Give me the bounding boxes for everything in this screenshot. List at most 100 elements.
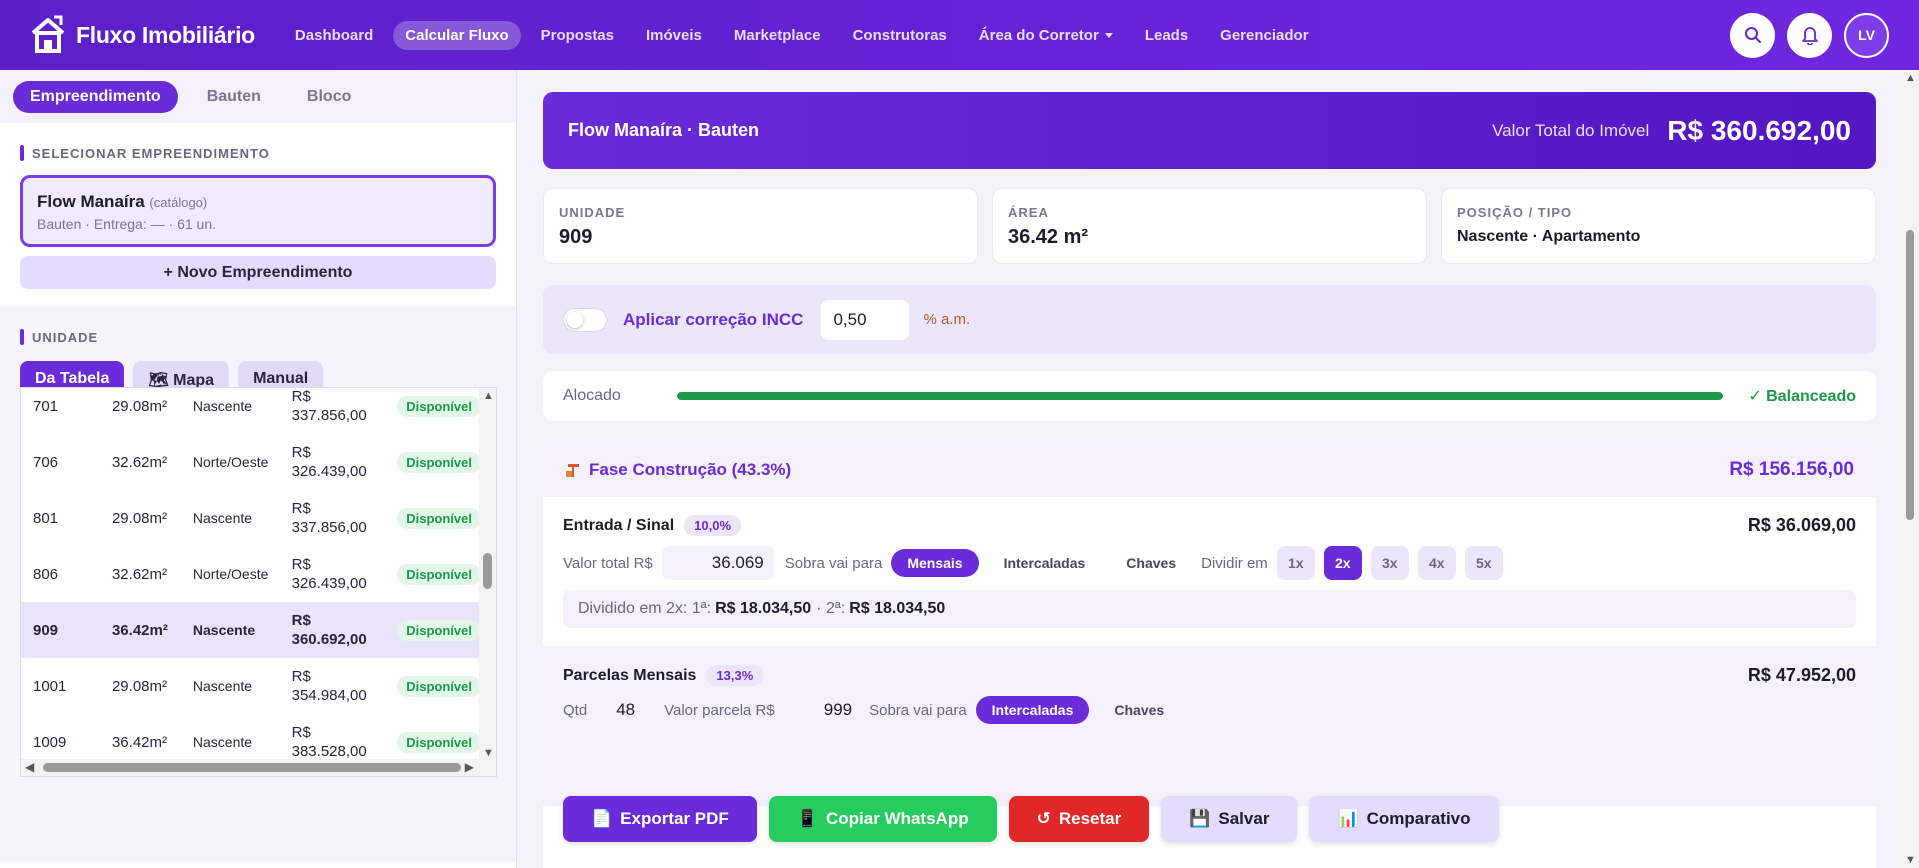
table-horizontal-scrollbar[interactable]: ◀ ▶ [21,759,496,776]
sobra-intercaladas-chip[interactable]: Intercaladas [975,696,1090,724]
notifications-button[interactable] [1787,12,1832,58]
allocation-label: Alocado [563,387,621,404]
table-row[interactable]: 801 29.08m² Nascente R$ 337.856,00 Dispon… [21,490,481,546]
scroll-right-icon[interactable]: ▶ [465,760,474,774]
entrada-controls: Valor total R$ Sobra vai para Mensais In… [563,546,1856,580]
nav-construtoras[interactable]: Construtoras [841,21,959,50]
main-content: Flow Manaíra · Bauten Valor Total do Imó… [518,70,1901,868]
unit-area: 36.42m² [111,733,167,751]
info-card-area: ÁREA 36.42 m² [992,188,1427,264]
unit-area: 32.62m² [111,565,167,583]
status-badge: Disponível [397,619,481,641]
unit-position: Norte/Oeste [192,566,269,582]
divide-5x-button[interactable]: 5x [1464,546,1503,580]
nav-area-corretor[interactable]: Área do Corretor [967,21,1125,50]
compare-button[interactable]: 📊 Comparativo [1309,796,1499,842]
unit-area: 29.08m² [111,677,167,695]
unit-price-currency: R$ [291,556,311,573]
entrada-value-label: Valor total R$ [563,554,653,572]
divide-1x-button[interactable]: 1x [1276,546,1315,580]
split-installment-2: R$ 18.034,50 [849,600,946,617]
total-value-label: Valor Total do Imóvel [1492,120,1650,140]
scroll-left-icon[interactable]: ◀ [25,760,34,774]
unit-price-currency: R$ [291,444,311,461]
table-vertical-scrollbar[interactable]: ▲ ▼ [479,388,496,761]
info-card-unidade: UNIDADE 909 [543,188,978,264]
scroll-up-icon[interactable]: ▲ [483,390,494,402]
total-value-wrap: Valor Total do Imóvel R$ 360.692,00 [1492,115,1851,147]
save-button[interactable]: 💾 Salvar [1161,796,1298,842]
parcela-value-input[interactable]: 999 [824,700,852,720]
incc-toggle[interactable] [563,307,607,332]
unit-price: R$ 383.528,00 [292,723,398,761]
incc-unit: % a.m. [923,311,971,328]
nav-area-corretor-label: Área do Corretor [978,26,1099,44]
table-row[interactable]: 706 32.62m² Norte/Oeste R$ 326.439,00 Dis… [21,434,481,490]
nav-leads[interactable]: Leads [1133,21,1200,50]
document-icon: 📄 [591,809,613,828]
nav-imoveis[interactable]: Imóveis [634,21,714,50]
sobra-intercaladas-chip[interactable]: Intercaladas [988,549,1102,577]
avatar[interactable]: LV [1844,12,1889,58]
new-empreendimento-button[interactable]: + Novo Empreendimento [20,256,496,289]
select-empreendimento-section: SELECIONAR EMPREENDIMENTO Flow Manaíra (… [0,145,516,289]
empreendimento-tag: (catálogo) [149,195,208,210]
entrada-value-input[interactable] [661,546,774,580]
phase-header[interactable]: Fase Construção (43.3%) R$ 156.156,00 [543,442,1876,497]
table-row-selected[interactable]: 909 36.42m² Nascente R$ 360.692,00 Dispon… [21,602,481,658]
qtd-input[interactable]: 48 [616,700,635,720]
units-table: 701 29.08m² Nascente R$ 337.856,00 Dispon… [20,387,497,777]
qtd-label: Qtd [563,701,588,719]
mensais-total: R$ 47.952,00 [1747,665,1856,685]
top-actions: LV [1730,12,1889,58]
tab-bauten[interactable]: Bauten [190,81,278,113]
scrollbar-thumb[interactable] [43,763,461,772]
search-button[interactable] [1730,12,1775,58]
brand[interactable]: Fluxo Imobiliário [30,15,255,55]
sobra-mensais-chip[interactable]: Mensais [891,549,979,577]
table-row[interactable]: 1001 29.08m² Nascente R$ 354.984,00 Dispo… [21,658,481,714]
divide-2x-button[interactable]: 2x [1323,546,1362,580]
divide-4x-button[interactable]: 4x [1417,546,1456,580]
sobra-chaves-chip[interactable]: Chaves [1110,549,1192,577]
allocation-status-text: ✓ Balanceado [1748,388,1856,405]
copy-whatsapp-button[interactable]: 📱 Copiar WhatsApp [768,796,997,842]
table-row[interactable]: 806 32.62m² Norte/Oeste R$ 326.439,00 Dis… [21,546,481,602]
app-name: Fluxo Imobiliário [76,21,255,48]
tab-empreendimento[interactable]: Empreendimento [13,80,178,113]
entrada-pct-badge: 10,0% [684,515,742,536]
tab-bloco[interactable]: Bloco [290,81,368,113]
incc-correction: Aplicar correção INCC % a.m. [543,285,1876,354]
nav-marketplace[interactable]: Marketplace [722,21,833,50]
unit-price-value: 383.528,00 [291,743,367,760]
unit-area: 29.08m² [111,509,167,527]
empreendimento-card[interactable]: Flow Manaíra (catálogo) Bauten · Entrega… [20,175,496,247]
unit-price-currency: R$ [291,724,311,741]
scroll-up-icon[interactable]: ▲ [1905,72,1916,84]
scrollbar-thumb[interactable] [483,553,492,589]
left-tabs: Empreendimento Bauten Bloco [0,70,516,123]
mensais-pct-badge: 13,3% [706,665,764,686]
scrollbar-thumb[interactable] [1906,230,1914,520]
dividir-label: Dividir em [1201,554,1268,572]
empreendimento-subtitle: Bauten · Entrega: — · 61 un. [37,216,216,232]
unit-price-value: 337.856,00 [291,407,367,424]
unit-price-value: 354.984,00 [291,687,367,704]
unit-price-currency: R$ [291,388,311,405]
page-scrollbar[interactable]: ▲ ▼ [1901,70,1919,868]
entrada-sobra-label: Sobra vai para [784,554,883,572]
divide-3x-button[interactable]: 3x [1370,546,1409,580]
scroll-down-icon[interactable]: ▼ [1905,854,1916,866]
nav-dashboard[interactable]: Dashboard [283,21,385,50]
export-pdf-button[interactable]: 📄 Exportar PDF [563,796,757,842]
nav-calcular-fluxo[interactable]: Calcular Fluxo [393,20,521,50]
table-row[interactable]: 701 29.08m² Nascente R$ 337.856,00 Dispon… [21,388,481,434]
scroll-down-icon[interactable]: ▼ [483,747,494,759]
sobra-chaves-chip[interactable]: Chaves [1098,696,1180,724]
nav-gerenciador[interactable]: Gerenciador [1208,21,1320,50]
unit-price-value: 360.692,00 [291,631,367,648]
entrada-title: Entrada / Sinal [563,516,675,534]
reset-button[interactable]: ↺ Resetar [1008,796,1150,842]
nav-propostas[interactable]: Propostas [529,21,626,50]
incc-rate-input[interactable] [821,299,910,340]
